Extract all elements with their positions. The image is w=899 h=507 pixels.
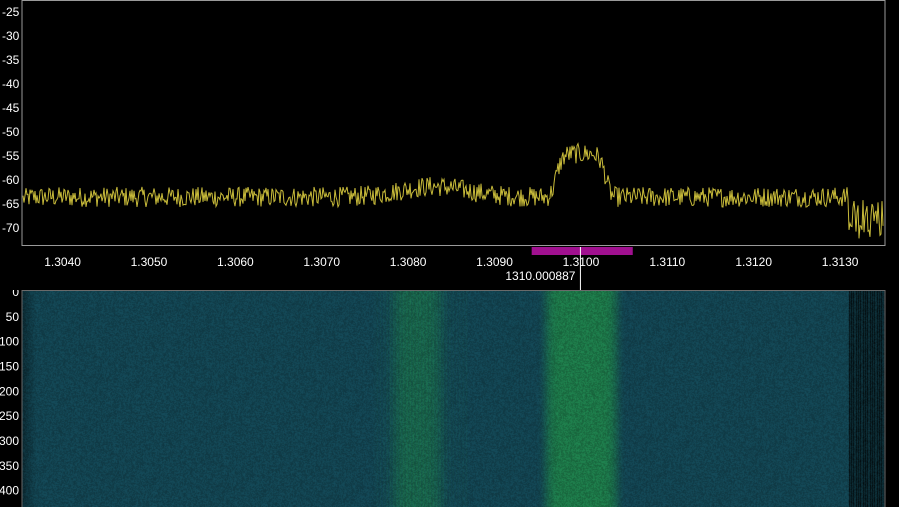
waterfall-y-tick-label: 50	[6, 310, 20, 324]
waterfall-y-tick-label: 0	[12, 290, 19, 299]
spectrum-frame	[21, 0, 886, 246]
spectrum-y-tick-label: -45	[2, 101, 20, 115]
waterfall-y-tick-label: 350	[0, 459, 19, 473]
waterfall-y-tick-label: 200	[0, 384, 19, 398]
spectrum-x-tick-label: 1.3120	[735, 255, 772, 269]
spectrum-plot[interactable]: -25 -30 -35 -40 -45 -50 -55 -60 -65 -70 1.3040 1.3…	[0, 0, 899, 290]
waterfall-y-tick-label: 150	[0, 359, 19, 373]
spectrum-y-tick-label: -60	[2, 173, 20, 187]
waterfall-y-tick-label: 100	[0, 335, 19, 349]
spectrum-x-tick-label: 1.3100	[563, 255, 600, 269]
bandwidth-marker[interactable]	[531, 247, 633, 255]
spectrum-y-tick-label: -55	[2, 149, 20, 163]
spectrum-x-tick-label: 1.3050	[131, 255, 168, 269]
spectrum-x-tick-label: 1.3080	[390, 255, 427, 269]
sdr-receiver-display: -25 -30 -35 -40 -45 -50 -55 -60 -65 -70 1.3040 1.3…	[0, 0, 899, 507]
spectrum-y-tick-label: -40	[2, 77, 20, 91]
spectrum-x-tick-label: 1.3060	[217, 255, 254, 269]
spectrum-x-tick-label: 1.3040	[44, 255, 81, 269]
spectrum-y-tick-label: -65	[2, 197, 20, 211]
spectrum-panel[interactable]: -25 -30 -35 -40 -45 -50 -55 -60 -65 -70 1.3040 1.3…	[0, 0, 899, 290]
spectrum-x-tick-label: 1.3130	[822, 255, 859, 269]
waterfall-y-tick-label: 300	[0, 434, 19, 448]
spectrum-x-tick-label: 1.3110	[649, 255, 685, 269]
spectrum-y-tick-label: -70	[2, 221, 20, 235]
spectrum-y-tick-label: -50	[2, 125, 20, 139]
spectrum-x-tick-label: 1.3090	[476, 255, 513, 269]
waterfall-y-tick-label: 250	[0, 409, 19, 423]
frequency-readout: 1310.000887	[505, 269, 575, 283]
waterfall-display[interactable]	[22, 290, 885, 507]
spectrum-y-tick-label: -25	[2, 5, 20, 19]
spectrum-x-tick-label: 1.3070	[303, 255, 340, 269]
spectrum-y-tick-label: -35	[2, 53, 20, 67]
waterfall-panel[interactable]: 050100150200250300350400450	[0, 290, 899, 507]
spectrum-y-tick-label: -30	[2, 29, 20, 43]
waterfall-y-tick-label: 400	[0, 484, 19, 498]
